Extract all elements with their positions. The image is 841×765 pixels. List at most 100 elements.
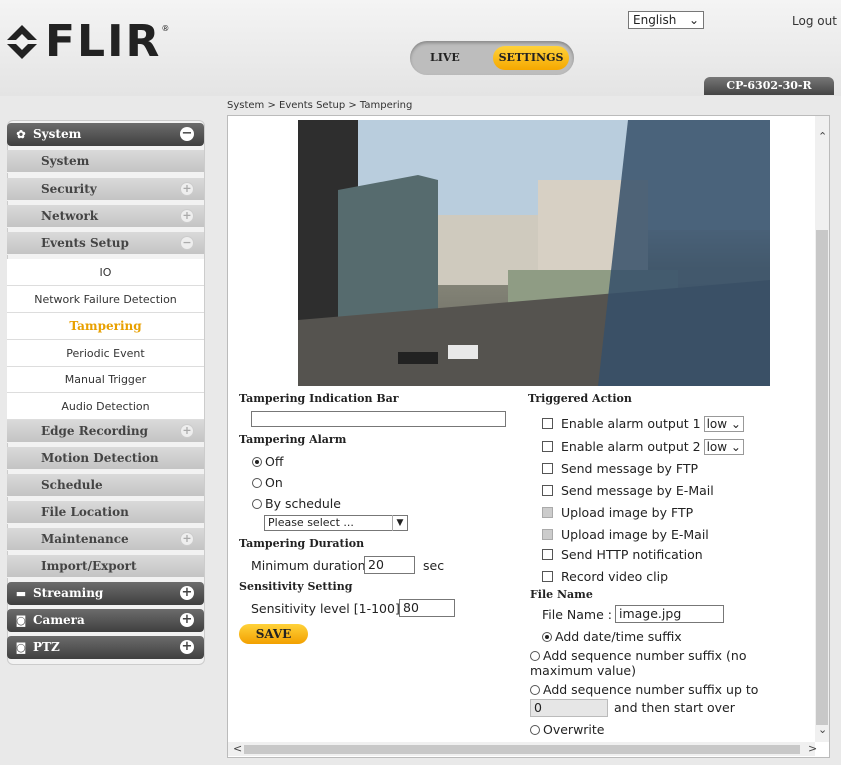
expand-icon[interactable]: + — [180, 424, 194, 438]
expand-icon[interactable]: + — [180, 586, 194, 600]
datetime-suffix-option[interactable]: Add date/time suffix — [542, 629, 682, 644]
file-name-input[interactable]: image.jpg — [615, 605, 724, 623]
radio[interactable] — [530, 725, 540, 735]
option-label: Add sequence number suffix up to — [543, 682, 759, 697]
radio[interactable] — [252, 499, 262, 509]
option-label: Enable alarm output 1 — [561, 416, 701, 431]
camera-icon: ◙ — [15, 641, 27, 654]
schedule-select-value: Please select ... — [268, 516, 354, 529]
sidebar-item-tampering[interactable]: Tampering — [7, 313, 204, 340]
seq-after-label: and then start over — [614, 700, 735, 715]
sidebar-item-manual-trigger[interactable]: Manual Trigger — [7, 367, 204, 393]
checkbox[interactable] — [542, 418, 553, 429]
tampering-bar-title: Tampering Indication Bar — [239, 392, 399, 405]
collapse-icon[interactable]: − — [180, 236, 194, 250]
option-label-cont: maximum value) — [530, 663, 636, 678]
ftp-image-row: Upload image by FTP — [542, 505, 693, 520]
sidebar-item-network-failure[interactable]: Network Failure Detection — [7, 286, 204, 313]
radio[interactable] — [530, 685, 540, 695]
mode-tabs: LIVE SETTINGS — [410, 41, 574, 75]
sidebar-item-label: Camera — [33, 613, 85, 627]
overwrite-option[interactable]: Overwrite — [530, 722, 605, 737]
email-image-row: Upload image by E-Mail — [542, 527, 709, 542]
logout-link[interactable]: Log out — [792, 14, 837, 28]
language-value: English — [633, 13, 677, 27]
sidebar-item-audio-detection[interactable]: Audio Detection — [7, 393, 204, 420]
checkbox[interactable] — [542, 485, 553, 496]
sidebar-item-label: Streaming — [33, 586, 104, 600]
model-badge: CP-6302-30-R — [704, 77, 834, 95]
sidebar-item-label: Network Failure Detection — [34, 293, 177, 306]
file-name-title: File Name — [530, 588, 593, 601]
option-label: By schedule — [265, 496, 341, 511]
alarm2-level-select[interactable]: low ⌄ — [703, 439, 744, 455]
language-select[interactable]: English ⌄ — [628, 11, 704, 29]
sidebar-item-security[interactable]: Security + — [7, 178, 204, 201]
radio-checked[interactable] — [542, 632, 552, 642]
seq-upto-option[interactable]: Add sequence number suffix up to — [530, 682, 758, 697]
sensitivity-input[interactable]: 80 — [399, 599, 455, 617]
sidebar-item-label: Tampering — [69, 319, 142, 333]
duration-label: Minimum duration — [251, 558, 366, 573]
option-label: Send message by E-Mail — [561, 483, 714, 498]
scroll-up-icon[interactable]: ⌃ — [818, 130, 827, 143]
sidebar-item-system[interactable]: System — [7, 150, 204, 173]
tampering-duration-title: Tampering Duration — [239, 537, 365, 550]
record-clip-row: Record video clip — [542, 569, 668, 584]
checkbox[interactable] — [542, 441, 553, 452]
seq-no-max-option[interactable]: Add sequence number suffix (no maximum va… — [530, 648, 746, 678]
alarm1-level-select[interactable]: low ⌄ — [703, 416, 744, 432]
scroll-down-icon[interactable]: ⌄ — [818, 723, 827, 736]
sidebar-item-streaming-group[interactable]: ▬ Streaming + — [7, 582, 204, 605]
seq-max-input[interactable]: 0 — [530, 699, 608, 717]
save-button[interactable]: SAVE — [239, 624, 308, 644]
sidebar-item-camera-group[interactable]: ◙ Camera + — [7, 609, 204, 632]
scroll-right-icon[interactable]: > — [808, 742, 817, 755]
sidebar-item-label: Maintenance — [41, 532, 129, 546]
sidebar-item-maintenance[interactable]: Maintenance + — [7, 528, 204, 551]
vertical-scroll-thumb[interactable] — [816, 230, 828, 725]
radio[interactable] — [252, 478, 262, 488]
duration-unit: sec — [423, 558, 445, 573]
sidebar-item-ptz-group[interactable]: ◙ PTZ + — [7, 636, 204, 659]
sidebar-item-label: Events Setup — [41, 236, 129, 250]
expand-icon[interactable]: + — [180, 182, 194, 196]
collapse-icon[interactable]: − — [180, 127, 194, 141]
sidebar-item-io[interactable]: IO — [7, 259, 204, 286]
sidebar-item-network[interactable]: Network + — [7, 205, 204, 228]
schedule-select[interactable]: Please select ... ▼ — [264, 515, 408, 531]
expand-icon[interactable]: + — [180, 640, 194, 654]
sidebar-item-edge-recording[interactable]: Edge Recording + — [7, 420, 204, 443]
alarm-schedule-option[interactable]: By schedule — [252, 496, 341, 511]
tab-live[interactable]: LIVE — [430, 51, 460, 64]
radio[interactable] — [530, 651, 540, 661]
horizontal-scroll-thumb[interactable] — [244, 745, 800, 754]
alarm-off-option[interactable]: Off — [252, 454, 283, 469]
tampering-indication-bar — [251, 411, 506, 427]
sidebar-item-label: Network — [41, 209, 99, 223]
sidebar-item-motion-detection[interactable]: Motion Detection — [7, 447, 204, 470]
sidebar-item-label: Schedule — [41, 478, 103, 492]
sidebar-item-file-location[interactable]: File Location — [7, 501, 204, 524]
tab-settings[interactable]: SETTINGS — [493, 46, 569, 70]
option-label: Record video clip — [561, 569, 669, 584]
duration-input[interactable]: 20 — [364, 556, 415, 574]
expand-icon[interactable]: + — [180, 532, 194, 546]
sidebar-item-system-group[interactable]: ✿ System − — [7, 123, 204, 146]
expand-icon[interactable]: + — [180, 613, 194, 627]
scroll-left-icon[interactable]: < — [233, 742, 242, 755]
sidebar-item-schedule[interactable]: Schedule — [7, 474, 204, 497]
sidebar-item-periodic-event[interactable]: Periodic Event — [7, 340, 204, 367]
checkbox[interactable] — [542, 463, 553, 474]
sidebar-item-events-setup[interactable]: Events Setup − — [7, 232, 204, 255]
checkbox[interactable] — [542, 571, 553, 582]
chevron-down-icon: ⌄ — [730, 417, 741, 431]
option-label: Upload image by E-Mail — [561, 527, 709, 542]
camera-preview — [298, 120, 770, 386]
radio-checked[interactable] — [252, 457, 262, 467]
expand-icon[interactable]: + — [180, 209, 194, 223]
sidebar-item-import-export[interactable]: Import/Export — [7, 555, 204, 578]
checkbox[interactable] — [542, 549, 553, 560]
alarm-on-option[interactable]: On — [252, 475, 283, 490]
alarm-output-2-row: Enable alarm output 2 low ⌄ — [542, 439, 744, 455]
